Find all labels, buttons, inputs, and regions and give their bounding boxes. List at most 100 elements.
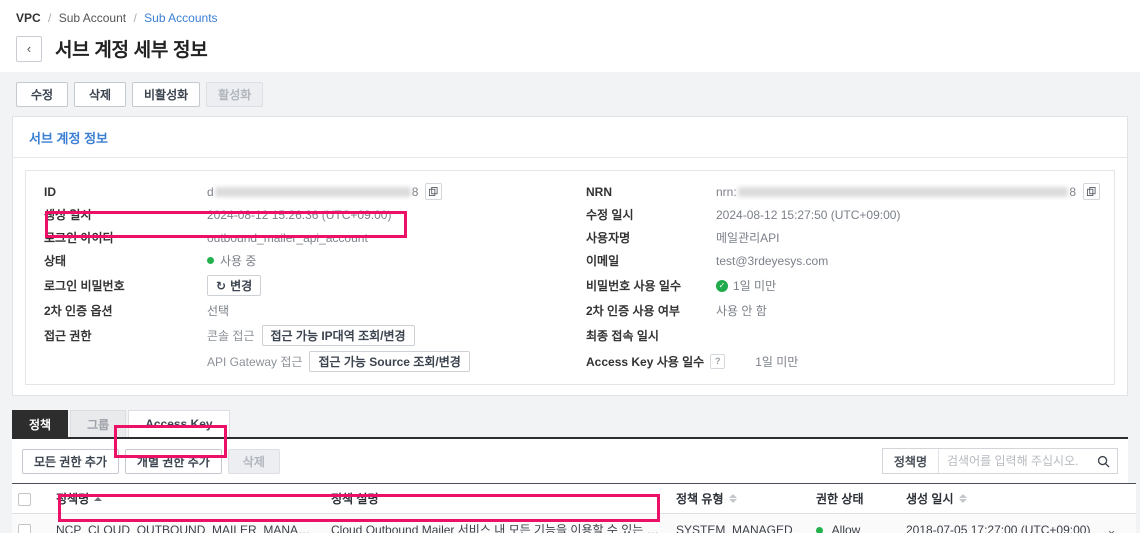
info-row-id: ID d8 <box>44 180 556 203</box>
info-column-left: ID d8 생성 일시 2024-08-12 15:26:36 (UTC+09:… <box>26 180 570 374</box>
info-card-body: ID d8 생성 일시 2024-08-12 15:26:36 (UTC+09:… <box>13 158 1127 395</box>
info-row-status: 상태 사용 중 <box>44 249 556 272</box>
info-row-access-key-days: Access Key 사용 일수 ? 1일 미만 <box>586 348 1100 374</box>
copy-nrn-icon[interactable] <box>1083 183 1100 200</box>
select-all-checkbox[interactable] <box>18 492 31 506</box>
access-key-days-value: 1일 미만 <box>755 354 799 369</box>
cell-policy-type: SYSTEM_MANAGED <box>670 513 810 533</box>
sub-account-info-card: 서브 계정 정보 ID d8 생성 일시 2024-08-12 15:26:36… <box>12 116 1128 396</box>
back-button[interactable]: ‹ <box>16 35 42 62</box>
breadcrumb-item-sub-accounts[interactable]: Sub Accounts <box>144 11 217 25</box>
breadcrumb-item-vpc[interactable]: VPC <box>16 11 41 25</box>
page-header: VPC / Sub Account / Sub Accounts ‹ 서브 계정… <box>0 0 1140 72</box>
copy-glyph <box>1087 187 1096 196</box>
password-days-wrap: ✓ 1일 미만 <box>716 277 776 294</box>
copy-glyph <box>429 187 438 196</box>
breadcrumb-item-sub-account[interactable]: Sub Account <box>59 11 126 25</box>
last-access-label: 최종 접속 일시 <box>586 328 659 343</box>
info-row-access-console: 접근 권한 콘솔 접근 접근 가능 IP대역 조회/변경 <box>44 322 556 348</box>
policy-table-body: NCP_CLOUD_OUTBOUND_MAILER_MANAGER Cloud … <box>12 513 1136 533</box>
id-redacted-block <box>214 186 411 197</box>
tab-policy[interactable]: 정책 <box>12 410 69 437</box>
sub-account-detail-page: VPC / Sub Account / Sub Accounts ‹ 서브 계정… <box>0 0 1140 533</box>
th-expand <box>1100 483 1136 514</box>
policy-table-head: 정책명 정책 설명 정책 유형 권한 상태 생성 일시 <box>12 483 1136 514</box>
add-all-permissions-button[interactable]: 모든 권한 추가 <box>22 448 119 474</box>
info-row-modified: 수정 일시 2024-08-12 15:27:50 (UTC+09:00) <box>586 203 1100 226</box>
action-toolbar: 수정 삭제 비활성화 활성화 <box>0 72 1140 116</box>
cell-created: 2018-07-05 17:27:00 (UTC+09:00) <box>900 513 1100 533</box>
tab-access-key[interactable]: Access Key <box>128 410 230 437</box>
login-id-value: outbound_mailer_api_account <box>207 230 368 245</box>
created-value: 2024-08-12 15:26:36 (UTC+09:00) <box>207 207 392 222</box>
deactivate-button[interactable]: 비활성화 <box>132 82 201 107</box>
console-ip-range-button[interactable]: 접근 가능 IP대역 조회/변경 <box>261 324 415 346</box>
access-label: 접근 권한 <box>44 328 92 343</box>
username-value: 메일관리API <box>716 231 780 245</box>
add-individual-permission-button[interactable]: 개별 권한 추가 <box>124 448 222 474</box>
help-icon[interactable]: ? <box>710 353 726 369</box>
delete-button[interactable]: 삭제 <box>74 82 126 107</box>
th-created-label: 생성 일시 <box>906 492 954 506</box>
policy-panel: 모든 권한 추가 개별 권한 추가 삭제 정책명 검색어를 입력해 주십시오. … <box>12 439 1136 533</box>
id-prefix: d <box>207 184 214 199</box>
search-icon[interactable] <box>1089 449 1117 473</box>
tab-bar: 정책 그룹 Access Key <box>12 410 1128 439</box>
info-row-username: 사용자명 메일관리API <box>586 226 1100 249</box>
tabs: 정책 그룹 Access Key <box>12 410 1128 439</box>
sort-ascending-icon <box>94 496 103 501</box>
search-input[interactable] <box>939 449 1089 473</box>
edit-button[interactable]: 수정 <box>16 82 68 107</box>
permission-state-dot-icon <box>816 526 823 533</box>
cell-expand: ⌄ <box>1100 513 1136 533</box>
info-row-email: 이메일 test@3rdeyesys.com <box>586 249 1100 272</box>
id-value: d8 <box>207 183 443 200</box>
row-checkbox[interactable] <box>18 523 31 533</box>
table-header-row: 정책명 정책 설명 정책 유형 권한 상태 생성 일시 <box>12 483 1136 514</box>
chevron-down-icon[interactable]: ⌄ <box>1106 522 1117 533</box>
apigw-access-prefix: API Gateway 접근 <box>207 354 303 369</box>
change-password-button[interactable]: ↻ 변경 <box>207 275 262 296</box>
tab-group[interactable]: 그룹 <box>70 410 127 437</box>
sort-icon <box>958 494 967 503</box>
password-label: 로그인 비밀번호 <box>44 279 125 293</box>
th-policy-type-label: 정책 유형 <box>676 492 724 506</box>
th-policy-name-label: 정책명 <box>56 492 90 506</box>
info-row-access-apigw: API Gateway 접근 접근 가능 Source 조회/변경 <box>44 348 556 374</box>
page-title: 서브 계정 세부 정보 <box>55 40 208 61</box>
copy-id-icon[interactable] <box>425 183 443 200</box>
cell-policy-desc: Cloud Outbound Mailer 서비스 내 모든 기능을 이용할 수… <box>325 513 670 533</box>
policy-search-area: 정책명 <box>881 448 1118 474</box>
apigw-access-wrap: API Gateway 접근 접근 가능 Source 조회/변경 <box>207 350 470 372</box>
info-row-last-access: 최종 접속 일시 <box>586 322 1100 348</box>
th-created[interactable]: 생성 일시 <box>900 483 1100 514</box>
magnifier-glyph <box>1097 455 1110 468</box>
nrn-redacted-block <box>737 186 1069 197</box>
info-grid: ID d8 생성 일시 2024-08-12 15:26:36 (UTC+09:… <box>25 170 1115 385</box>
nrn-prefix: nrn: <box>716 184 737 199</box>
nrn-label: NRN <box>586 184 612 199</box>
id-suffix: 8 <box>411 184 419 199</box>
info-card-title: 서브 계정 정보 <box>13 117 1127 158</box>
th-policy-name[interactable]: 정책명 <box>50 483 325 514</box>
check-circle-icon: ✓ <box>716 279 728 292</box>
mfa-option-label: 2차 인증 옵션 <box>44 304 113 318</box>
modified-label: 수정 일시 <box>586 208 634 222</box>
breadcrumb-separator: / <box>48 11 52 25</box>
access-key-days-label: Access Key 사용 일수 <box>586 354 705 369</box>
search-category-selector[interactable]: 정책명 <box>883 449 939 473</box>
mfa-used-value: 사용 안 함 <box>716 304 767 318</box>
password-value-wrap: ↻ 변경 <box>207 275 262 296</box>
th-policy-desc: 정책 설명 <box>325 483 670 514</box>
policy-toolbar-buttons: 모든 권한 추가 개별 권한 추가 삭제 <box>22 448 280 474</box>
title-row: ‹ 서브 계정 세부 정보 <box>16 35 1124 62</box>
console-access-prefix: 콘솔 접근 <box>207 328 255 343</box>
id-label: ID <box>44 184 56 199</box>
table-row[interactable]: NCP_CLOUD_OUTBOUND_MAILER_MANAGER Cloud … <box>12 513 1136 533</box>
info-row-created: 생성 일시 2024-08-12 15:26:36 (UTC+09:00) <box>44 203 556 226</box>
modified-value: 2024-08-12 15:27:50 (UTC+09:00) <box>716 207 901 222</box>
th-policy-type[interactable]: 정책 유형 <box>670 483 810 514</box>
apigw-source-button[interactable]: 접근 가능 Source 조회/변경 <box>309 350 470 372</box>
nrn-value: nrn: 8 <box>716 183 1100 200</box>
info-row-nrn: NRN nrn: 8 <box>586 180 1100 203</box>
